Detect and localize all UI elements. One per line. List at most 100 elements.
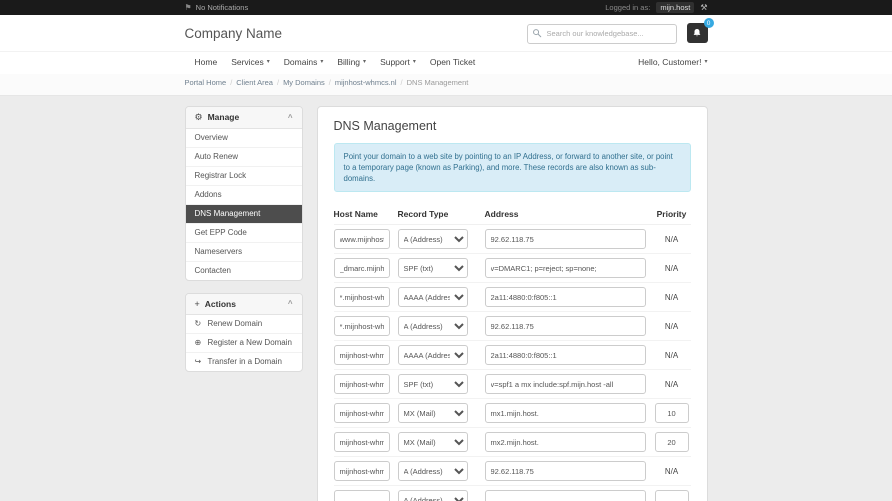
address-input[interactable] — [485, 403, 646, 423]
manage-menu: OverviewAuto RenewRegistrar LockAddonsDN… — [186, 129, 302, 280]
address-input[interactable] — [485, 432, 646, 452]
nav-item-billing[interactable]: Billing▾ — [337, 57, 366, 67]
record-type-select[interactable]: MX (Mail) — [398, 432, 468, 452]
sidebar-item-nameservers[interactable]: Nameservers — [186, 242, 302, 261]
notifications-bell-button[interactable]: 0 — [687, 23, 708, 43]
sidebar-item-overview[interactable]: Overview — [186, 129, 302, 147]
record-type-select[interactable]: SPF (txt) — [398, 258, 468, 278]
priority-input[interactable] — [655, 490, 689, 501]
address-input[interactable] — [485, 374, 646, 394]
actions-menu: ↻Renew Domain⊕Register a New Domain↪Tran… — [186, 315, 302, 371]
main-nav: HomeServices▾Domains▾Billing▾Support▾Ope… — [0, 51, 892, 74]
nav-item-services[interactable]: Services▾ — [231, 57, 270, 67]
priority-value: N/A — [655, 467, 689, 476]
sidebar-item-registrar-lock[interactable]: Registrar Lock — [186, 166, 302, 185]
host-name-input[interactable] — [334, 490, 390, 501]
dns-record-row: A (Address) N/A — [334, 457, 691, 486]
host-name-input[interactable] — [334, 287, 390, 307]
host-name-input[interactable] — [334, 229, 390, 249]
sidebar-item-auto-renew[interactable]: Auto Renew — [186, 147, 302, 166]
host-name-input[interactable] — [334, 316, 390, 336]
sidebar-action-transfer-in-a-domain[interactable]: ↪Transfer in a Domain — [186, 352, 302, 371]
info-alert: Point your domain to a web site by point… — [334, 143, 691, 193]
record-type-select[interactable]: AAAA (Address) — [398, 287, 468, 307]
nav-item-support[interactable]: Support▾ — [380, 57, 416, 67]
column-header-priority: Priority — [655, 209, 689, 219]
sidebar-item-contacten[interactable]: Contacten — [186, 261, 302, 280]
priority-value: N/A — [655, 264, 689, 273]
logged-in-as-label: Logged in as: — [605, 3, 650, 12]
dns-record-row: AAAA (Address) N/A — [334, 283, 691, 312]
actions-panel-header[interactable]: + Actions ^ — [186, 294, 302, 315]
header-right: 0 — [527, 23, 708, 44]
record-type-select[interactable]: AAAA (Address) — [398, 345, 468, 365]
actions-panel: + Actions ^ ↻Renew Domain⊕Register a New… — [185, 293, 303, 372]
nav-item-label: Support — [380, 57, 410, 67]
column-header-host-name: Host Name — [334, 209, 390, 219]
main-nav-items: HomeServices▾Domains▾Billing▾Support▾Ope… — [185, 57, 476, 67]
breadcrumb-separator: / — [401, 78, 403, 87]
priority-input[interactable] — [655, 432, 689, 452]
chevron-up-icon: ^ — [288, 299, 293, 308]
priority-value: N/A — [655, 351, 689, 360]
priority-input[interactable] — [655, 403, 689, 423]
record-type-select[interactable]: MX (Mail) — [398, 403, 468, 423]
host-name-input[interactable] — [334, 432, 390, 452]
sidebar-action-label: Register a New Domain — [208, 338, 292, 347]
caret-down-icon: ▾ — [267, 59, 270, 65]
nav-item-domains[interactable]: Domains▾ — [284, 57, 324, 67]
host-name-input[interactable] — [334, 374, 390, 394]
manage-panel: ⚙ Manage ^ OverviewAuto RenewRegistrar L… — [185, 106, 303, 281]
record-type-select[interactable]: A (Address) — [398, 461, 468, 481]
address-input[interactable] — [485, 316, 646, 336]
logged-in-user-link[interactable]: mijn.host — [656, 2, 694, 13]
breadcrumb-item-client-area[interactable]: Client Area — [236, 78, 273, 87]
account-menu[interactable]: Hello, Customer! ▾ — [638, 57, 707, 67]
dns-table-header: Host NameRecord TypeAddressPriority — [334, 204, 691, 225]
shortcuts-icon[interactable]: ⚒ — [700, 3, 707, 12]
chevron-up-icon: ^ — [288, 113, 293, 122]
sidebar-action-renew-domain[interactable]: ↻Renew Domain — [186, 315, 302, 333]
address-input[interactable] — [485, 287, 646, 307]
nav-item-label: Home — [195, 57, 218, 67]
sidebar-action-label: Renew Domain — [208, 319, 263, 328]
manage-panel-header[interactable]: ⚙ Manage ^ — [186, 107, 302, 129]
address-input[interactable] — [485, 490, 646, 501]
record-type-select[interactable]: A (Address) — [398, 490, 468, 501]
breadcrumb-separator: / — [230, 78, 232, 87]
breadcrumb-separator: / — [329, 78, 331, 87]
breadcrumb-item-my-domains[interactable]: My Domains — [283, 78, 325, 87]
caret-down-icon: ▾ — [320, 59, 323, 65]
host-name-input[interactable] — [334, 461, 390, 481]
gear-icon: ⚙ — [195, 112, 203, 123]
nav-item-open-ticket[interactable]: Open Ticket — [430, 57, 475, 67]
sidebar-action-label: Transfer in a Domain — [208, 357, 282, 366]
address-input[interactable] — [485, 229, 646, 249]
notifications-status[interactable]: ⚑ No Notifications — [185, 3, 249, 12]
dns-rows: A (Address)N/ASPF (txt)N/AAAAA (Address)… — [334, 225, 691, 501]
address-input[interactable] — [485, 461, 646, 481]
dns-management-panel: DNS Management Point your domain to a we… — [317, 106, 708, 501]
record-type-select[interactable]: A (Address) — [398, 316, 468, 336]
sidebar: ⚙ Manage ^ OverviewAuto RenewRegistrar L… — [185, 106, 303, 384]
sidebar-item-addons[interactable]: Addons — [186, 185, 302, 204]
priority-value: N/A — [655, 380, 689, 389]
account-label: Hello, Customer! — [638, 57, 701, 67]
search-input[interactable] — [527, 24, 677, 44]
sidebar-item-get-epp-code[interactable]: Get EPP Code — [186, 223, 302, 242]
address-input[interactable] — [485, 345, 646, 365]
breadcrumb-item-portal-home[interactable]: Portal Home — [185, 78, 227, 87]
host-name-input[interactable] — [334, 345, 390, 365]
host-name-input[interactable] — [334, 403, 390, 423]
caret-down-icon: ▾ — [363, 59, 366, 65]
dns-record-row: SPF (txt) N/A — [334, 370, 691, 399]
nav-item-home[interactable]: Home — [195, 57, 218, 67]
breadcrumb-item-mijnhost-whmcs-nl[interactable]: mijnhost-whmcs.nl — [335, 78, 397, 87]
host-name-input[interactable] — [334, 258, 390, 278]
sidebar-item-dns-management[interactable]: DNS Management — [186, 204, 302, 223]
record-type-select[interactable]: A (Address) — [398, 229, 468, 249]
priority-value: N/A — [655, 293, 689, 302]
sidebar-action-register-a-new-domain[interactable]: ⊕Register a New Domain — [186, 333, 302, 352]
record-type-select[interactable]: SPF (txt) — [398, 374, 468, 394]
address-input[interactable] — [485, 258, 646, 278]
